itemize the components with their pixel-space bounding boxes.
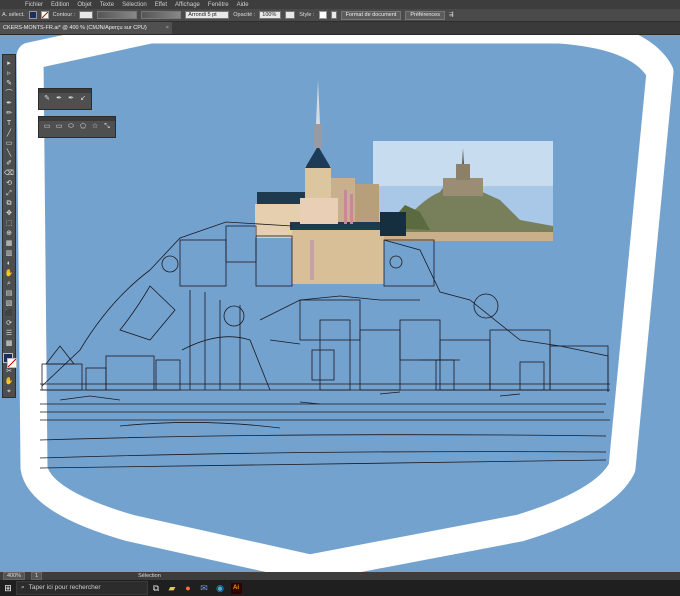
paintbrush-tool-icon[interactable]: ╲ — [4, 149, 14, 158]
file-explorer-icon[interactable]: ▰ — [164, 580, 180, 596]
stroke-label: Contour : — [52, 12, 76, 18]
rectangle-icon[interactable]: ▭ — [43, 123, 51, 131]
close-tab-icon[interactable]: × — [166, 22, 169, 34]
opacity-field[interactable]: 100% — [259, 11, 282, 19]
hand-tool-icon[interactable]: ☰ — [4, 329, 14, 338]
menu-select[interactable]: Sélection — [122, 2, 147, 8]
brush-select[interactable]: Arrondi 5 pt — [185, 11, 230, 19]
variable-width-profile[interactable] — [97, 11, 138, 19]
selection-label: A. sélect. — [2, 12, 25, 18]
windows-taskbar: ⊞ ⌕ Taper ici pour rechercher ⧉ ▰ ● ✉ ◉ … — [0, 580, 680, 596]
menu-window[interactable]: Fenêtre — [208, 2, 229, 8]
artboard-tool-icon[interactable]: ⬛ — [4, 309, 14, 318]
stroke-swatch[interactable] — [40, 11, 49, 19]
pen-icon[interactable]: ✎ — [43, 95, 51, 103]
tools-panel: ▸ ▹ ✎ ⌒ ✒ ✏ T ╱ ▭ ╲ ✐ ⌫ ⟲ ⤢ ⧉ ✥ ⬚ ⊕ ▦ ▥ … — [2, 54, 17, 398]
slice-tool-icon[interactable]: ⟳ — [4, 319, 14, 328]
search-icon: ⌕ — [21, 584, 25, 591]
line-tool-icon[interactable]: ╱ — [4, 129, 14, 138]
menu-edit[interactable]: Edition — [51, 2, 69, 8]
status-bar: 400% 1 Sélection — [0, 572, 680, 580]
curvature-tool-icon[interactable]: ✏ — [4, 109, 14, 118]
live-paint-tool-icon[interactable]: ⊕ — [4, 229, 14, 238]
mail-icon[interactable]: ✉ — [196, 580, 212, 596]
screen-mode-icon[interactable]: ✋ — [4, 377, 14, 386]
menu-help[interactable]: Aide — [237, 2, 249, 8]
fill-swatch[interactable] — [28, 11, 37, 19]
rotate-tool-icon[interactable]: ⟲ — [4, 179, 14, 188]
symbol-sprayer-tool-icon[interactable]: ▤ — [4, 289, 14, 298]
document-tab-bar: CKERS-MONTS-FR.ai* @ 400 % (CMJN/Aperçu … — [0, 22, 680, 35]
puppet-warp-tool-icon[interactable]: ✥ — [4, 209, 14, 218]
brush-definition-preview[interactable] — [141, 11, 182, 19]
magic-wand-tool-icon[interactable]: ✎ — [4, 79, 14, 88]
pen-tools-flyout: ✎ ✒ ✒ ↙ — [38, 88, 92, 110]
windows-start-icon[interactable]: ⊞ — [0, 580, 16, 596]
flare-icon[interactable]: ⤡ — [103, 123, 111, 131]
lasso-tool-icon[interactable]: ⌒ — [4, 89, 14, 98]
style-dropdown[interactable] — [330, 11, 337, 19]
perspective-grid-tool-icon[interactable]: ▦ — [4, 239, 14, 248]
opacity-dropdown[interactable] — [285, 11, 296, 19]
anchor-point-icon[interactable]: ↙ — [79, 95, 87, 103]
mesh-tool-icon[interactable]: ▥ — [4, 249, 14, 258]
menu-effect[interactable]: Effet — [155, 2, 167, 8]
stroke-color-box[interactable] — [7, 358, 17, 368]
menu-text[interactable]: Texte — [100, 2, 114, 8]
zoom-level-field[interactable]: 400% — [3, 572, 26, 580]
opacity-label: Opacité : — [233, 12, 256, 18]
taskbar-search-box[interactable]: ⌕ Taper ici pour rechercher — [16, 581, 148, 595]
eyedropper-tool-icon[interactable]: ✋ — [4, 269, 14, 278]
rectangle-tool-icon[interactable]: ▭ — [4, 139, 14, 148]
shape-tools-flyout: ▭ ▭ ⬭ ⬠ ☆ ⤡ — [38, 116, 116, 138]
zoom-tool-icon[interactable]: ▩ — [4, 339, 14, 348]
menu-bar: Fichier Edition Objet Texte Sélection Ef… — [0, 0, 680, 9]
blend-tool-icon[interactable]: ⌕ — [4, 279, 14, 288]
menu-object[interactable]: Objet — [77, 2, 91, 8]
control-bar: A. sélect. Contour : Arrondi 5 pt Opacit… — [0, 9, 680, 22]
column-graph-tool-icon[interactable]: ▧ — [4, 299, 14, 308]
arrange-icon[interactable]: ⇶ — [449, 12, 454, 18]
edit-toolbar-icon[interactable]: ⌖ — [4, 387, 14, 396]
document-format-button[interactable]: Format de document — [340, 10, 402, 20]
style-label: Style : — [299, 12, 315, 18]
polygon-icon[interactable]: ⬠ — [79, 123, 87, 131]
drawing-mode-icon[interactable]: ✂ — [4, 367, 14, 376]
star-icon[interactable]: ☆ — [91, 123, 99, 131]
status-mode: Sélection — [138, 573, 161, 579]
selection-tool-icon[interactable]: ▸ — [4, 59, 14, 68]
eraser-tool-icon[interactable]: ⌫ — [4, 169, 14, 178]
pencil-tool-icon[interactable]: ✐ — [4, 159, 14, 168]
illustrator-taskbar-item[interactable]: Ai — [228, 580, 244, 596]
document-title: CKERS-MONTS-FR.ai* @ 400 % (CMJN/Aperçu … — [3, 25, 147, 31]
gradient-tool-icon[interactable]: ◐ — [4, 259, 14, 268]
delete-anchor-icon[interactable]: ✒ — [67, 95, 75, 103]
firefox-icon[interactable]: ● — [180, 580, 196, 596]
brush-value: Arrondi 5 pt — [188, 12, 217, 18]
illustrator-icon: Ai — [230, 582, 242, 594]
menu-view[interactable]: Affichage — [175, 2, 200, 8]
direct-selection-tool-icon[interactable]: ▹ — [4, 69, 14, 78]
menu-file[interactable]: Fichier — [25, 2, 43, 8]
edge-icon[interactable]: ◉ — [212, 580, 228, 596]
add-anchor-icon[interactable]: ✒ — [55, 95, 63, 103]
opacity-value: 100% — [262, 12, 277, 18]
fill-stroke-widget[interactable] — [3, 353, 17, 368]
shape-builder-tool-icon[interactable]: ⬚ — [4, 219, 14, 228]
free-transform-tool-icon[interactable]: ⧉ — [4, 199, 14, 208]
scale-tool-icon[interactable]: ⤢ — [4, 189, 14, 198]
artboard-number-field[interactable]: 1 — [31, 572, 43, 580]
artboard-frame — [16, 35, 674, 572]
search-placeholder: Taper ici pour rechercher — [28, 584, 101, 591]
ellipse-icon[interactable]: ⬭ — [67, 123, 75, 131]
stroke-weight-field[interactable] — [79, 11, 94, 19]
style-swatch[interactable] — [318, 11, 327, 19]
task-view-icon[interactable]: ⧉ — [148, 580, 164, 596]
type-tool-icon[interactable]: T — [4, 119, 14, 128]
pen-tool-icon[interactable]: ✒ — [4, 99, 14, 108]
rounded-rectangle-icon[interactable]: ▭ — [55, 123, 63, 131]
preferences-button[interactable]: Préférences — [405, 10, 445, 20]
document-tab[interactable]: CKERS-MONTS-FR.ai* @ 400 % (CMJN/Aperçu … — [0, 22, 172, 34]
